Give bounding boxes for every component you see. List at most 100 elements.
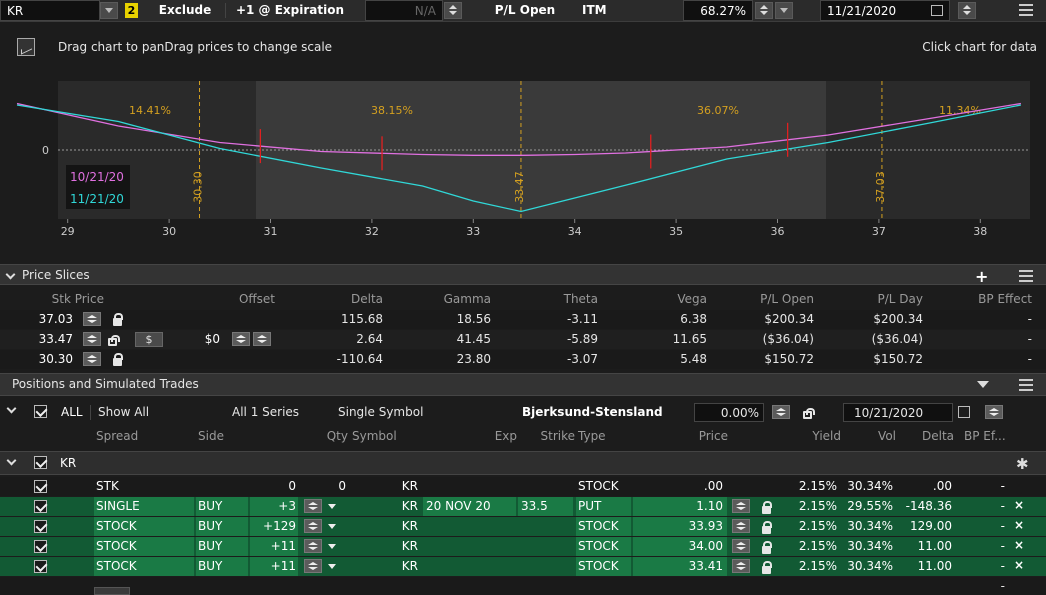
- row-checkbox[interactable]: [34, 560, 47, 573]
- row-checkbox[interactable]: [34, 540, 47, 553]
- remove-leg-button[interactable]: ×: [1014, 558, 1024, 572]
- collapse-icon[interactable]: [5, 269, 16, 280]
- type-cell[interactable]: STOCK: [576, 477, 631, 496]
- menu-icon[interactable]: [1019, 379, 1033, 391]
- symbol-input[interactable]: KR: [0, 0, 100, 21]
- column-header[interactable]: P/L Open: [720, 290, 814, 309]
- row-checkbox[interactable]: [34, 520, 47, 533]
- offset-dropdown[interactable]: [253, 332, 271, 346]
- row-checkbox[interactable]: [34, 480, 47, 493]
- side-cell[interactable]: BUY: [196, 557, 248, 576]
- lock-icon[interactable]: [113, 313, 123, 326]
- date-field[interactable]: 11/21/2020: [820, 0, 950, 21]
- na-field[interactable]: N/A: [365, 0, 443, 21]
- price-stepper[interactable]: [732, 559, 750, 573]
- qty-stepper[interactable]: [304, 559, 322, 573]
- qty-dropdown[interactable]: [328, 524, 336, 529]
- qty-cell[interactable]: +11: [250, 537, 298, 556]
- percent-field[interactable]: 68.27%: [683, 0, 753, 21]
- type-cell[interactable]: STOCK: [576, 517, 631, 536]
- itm-dropdown[interactable]: ITM: [570, 0, 670, 22]
- column-header[interactable]: BP Effect: [935, 290, 1032, 309]
- collapse-icon[interactable]: [6, 455, 17, 466]
- select-all-checkbox[interactable]: [34, 405, 47, 418]
- price-stepper[interactable]: [732, 539, 750, 553]
- qty-stepper[interactable]: [304, 539, 322, 553]
- risk-profile-chart[interactable]: 0 29 30 31 32 33 34 35 36 37 38 30.30 33.47 37.03 14.4…: [0, 67, 1046, 263]
- lock-icon[interactable]: [762, 521, 772, 534]
- lock-icon[interactable]: [762, 501, 772, 514]
- qty-cell[interactable]: 0: [250, 477, 298, 496]
- column-header[interactable]: Offset: [180, 290, 275, 309]
- symbol-mode-dropdown[interactable]: Single Symbol: [338, 403, 423, 422]
- price-stepper[interactable]: [732, 519, 750, 533]
- qty-cell[interactable]: +11: [250, 557, 298, 576]
- slice-price[interactable]: 37.03: [10, 310, 73, 329]
- unlock-icon[interactable]: [803, 408, 815, 419]
- offset-stepper[interactable]: [232, 332, 250, 346]
- group-checkbox[interactable]: [34, 456, 47, 469]
- percent-dropdown-button[interactable]: [775, 2, 793, 19]
- position-row[interactable]: STK 0 0 KR STOCK .00 2.15% 30.34% .00-: [0, 477, 1046, 496]
- price-stepper[interactable]: [732, 499, 750, 513]
- column-header[interactable]: P/L Day: [830, 290, 923, 309]
- price-cell[interactable]: 34.00: [633, 537, 727, 556]
- expiration-dropdown[interactable]: +1 @ Expiration: [230, 0, 350, 22]
- strike-cell[interactable]: [518, 477, 573, 496]
- strike-cell[interactable]: 33.5: [518, 497, 573, 516]
- spread-cell[interactable]: STOCK: [94, 537, 194, 556]
- price-stepper[interactable]: [83, 332, 101, 346]
- offset-mode-button[interactable]: $: [135, 332, 163, 347]
- exp-cell[interactable]: [423, 477, 516, 496]
- position-row[interactable]: STOCK BUY +11 KR STOCK 33.41 2.15% 30.34% 11.00-…: [0, 557, 1046, 576]
- price-stepper[interactable]: [83, 352, 101, 366]
- column-header[interactable]: Exp: [470, 427, 517, 446]
- lock-icon[interactable]: [113, 353, 123, 366]
- side-cell[interactable]: [196, 477, 248, 496]
- qty-cell[interactable]: +129: [250, 517, 298, 536]
- exp-cell[interactable]: [423, 557, 516, 576]
- show-all-dropdown[interactable]: Show All: [98, 403, 149, 422]
- gear-icon[interactable]: ✱: [1016, 455, 1029, 473]
- exclude-dropdown[interactable]: Exclude: [150, 0, 220, 22]
- add-slice-button[interactable]: +: [975, 267, 988, 286]
- column-header[interactable]: Delta: [290, 290, 383, 309]
- column-header[interactable]: Strike: [525, 427, 576, 446]
- remove-leg-button[interactable]: ×: [1014, 538, 1024, 552]
- na-stepper[interactable]: [444, 2, 462, 19]
- spread-cell[interactable]: STOCK: [94, 517, 194, 536]
- spread-cell[interactable]: STOCK: [94, 557, 194, 576]
- lock-icon[interactable]: [762, 541, 772, 554]
- calendar-icon[interactable]: [958, 406, 970, 418]
- column-header[interactable]: Yield: [780, 427, 841, 446]
- column-header[interactable]: Spread: [96, 427, 138, 446]
- slice-price[interactable]: 30.30: [10, 350, 73, 369]
- qty-stepper[interactable]: [304, 519, 322, 533]
- pricing-model-dropdown[interactable]: Bjerksund-Stensland: [522, 403, 663, 422]
- column-header[interactable]: Side: [198, 427, 224, 446]
- side-cell[interactable]: BUY: [196, 517, 248, 536]
- qty-cell[interactable]: 0: [300, 477, 346, 496]
- column-header[interactable]: Price: [660, 427, 728, 446]
- column-header[interactable]: Symbol: [352, 427, 397, 446]
- exp-cell[interactable]: [423, 517, 516, 536]
- menu-icon[interactable]: [1019, 270, 1033, 282]
- price-stepper[interactable]: [83, 312, 101, 326]
- slice-offset[interactable]: $0: [180, 330, 220, 349]
- qty-dropdown[interactable]: [328, 564, 336, 569]
- column-header[interactable]: Delta: [900, 427, 954, 446]
- column-header[interactable]: Stk Price: [10, 290, 104, 309]
- percent-stepper[interactable]: [755, 2, 773, 19]
- spread-cell[interactable]: STK: [94, 477, 194, 496]
- side-cell[interactable]: BUY: [196, 537, 248, 556]
- date-stepper[interactable]: [958, 2, 976, 19]
- type-cell[interactable]: PUT: [576, 497, 631, 516]
- side-cell[interactable]: BUY: [196, 497, 248, 516]
- pl-open-dropdown[interactable]: P/L Open: [485, 0, 565, 22]
- column-header[interactable]: Theta: [500, 290, 598, 309]
- column-header[interactable]: Vega: [610, 290, 707, 309]
- chart-style-icon[interactable]: [17, 38, 35, 56]
- qty-dropdown[interactable]: [328, 544, 336, 549]
- calendar-icon[interactable]: [931, 5, 943, 16]
- unlock-icon[interactable]: [108, 335, 120, 346]
